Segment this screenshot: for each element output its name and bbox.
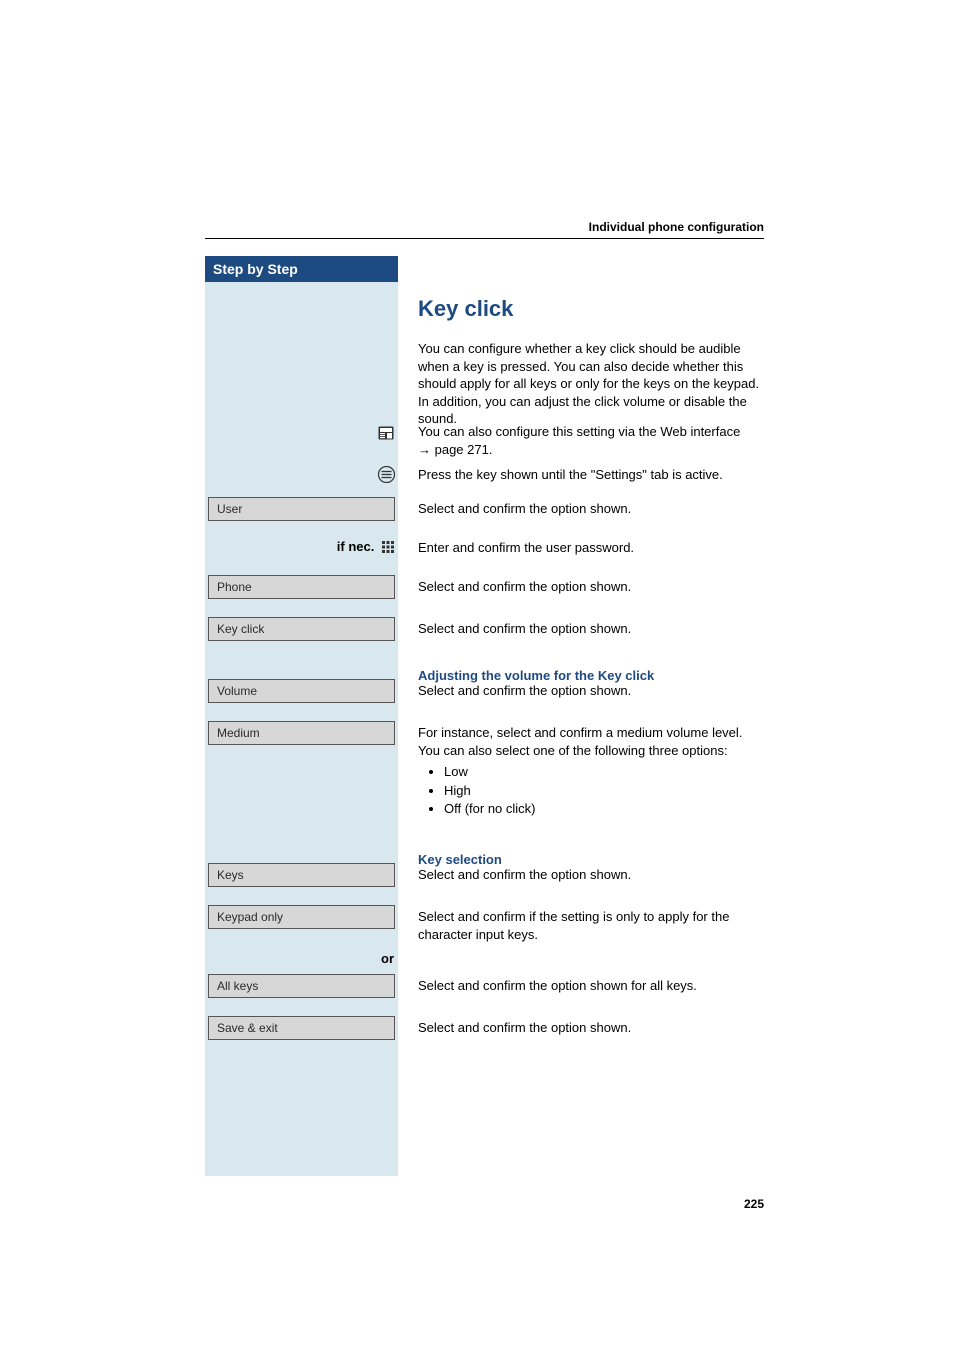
if-nec-label: if nec. [337,539,375,554]
allkeys-desc: Select and confirm the option shown for … [418,977,763,995]
keyclick-desc: Select and confirm the option shown. [418,620,763,638]
keypad-desc: Select and confirm if the setting is onl… [418,908,763,943]
menu-option-phone: Phone [208,575,395,599]
ifnec-desc: Enter and confirm the user password. [418,539,763,557]
saveexit-desc: Select and confirm the option shown. [418,1019,763,1037]
heading-adjust-volume: Adjusting the volume for the Key click [418,668,654,683]
or-label: or [205,951,398,966]
web-text-1: You can also configure this setting via … [418,424,740,439]
opt-high: High [444,782,763,800]
page-title: Key click [418,296,763,322]
settings-key-icon [378,466,400,488]
sidebar-title: Step by Step [205,256,398,282]
web-config-icon [378,426,400,445]
section-header: Individual phone configuration [589,220,764,234]
opt-off: Off (for no click) [444,800,763,818]
menu-option-save-exit: Save & exit [208,1016,395,1040]
menu-option-keys: Keys [208,863,395,887]
keys-desc: Select and confirm the option shown. [418,866,763,884]
header-rule [205,238,764,239]
volume-desc: Select and confirm the option shown. [418,682,763,700]
menu-option-keypad-only: Keypad only [208,905,395,929]
menu-option-keyclick: Key click [208,617,395,641]
press-key-text: Press the key shown until the "Settings"… [418,466,763,484]
menu-option-all-keys: All keys [208,974,395,998]
phone-desc: Select and confirm the option shown. [418,578,763,596]
medium-desc: For instance, select and confirm a mediu… [418,725,742,758]
heading-key-selection: Key selection [418,852,502,867]
page-number: 225 [744,1197,764,1211]
web-interface-note: You can also configure this setting via … [418,423,763,458]
user-desc: Select and confirm the option shown. [418,500,763,518]
intro-text: You can configure whether a key click sh… [418,340,763,428]
medium-block: For instance, select and confirm a mediu… [418,724,763,822]
menu-option-volume: Volume [208,679,395,703]
if-nec-row: if nec. [205,539,398,554]
menu-option-medium: Medium [208,721,395,745]
keypad-icon [382,541,394,553]
web-page-ref: page 271. [431,442,492,457]
arrow-icon: → [418,442,431,457]
opt-low: Low [444,763,763,781]
menu-option-user: User [208,497,395,521]
